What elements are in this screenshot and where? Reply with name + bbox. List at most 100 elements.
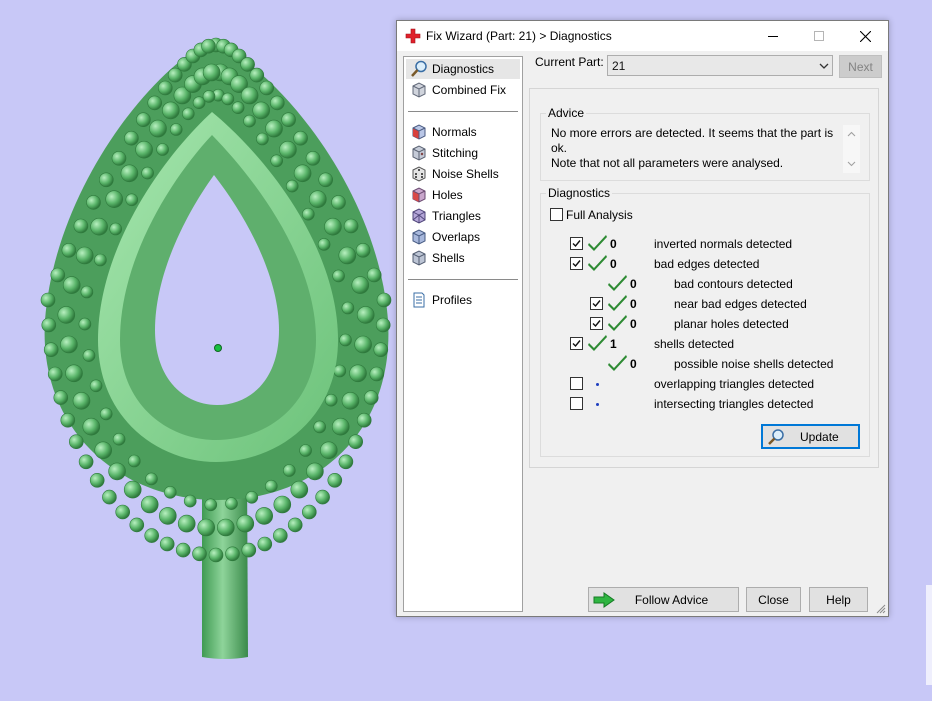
nav-item-diagnostics[interactable]: Diagnostics bbox=[406, 59, 520, 79]
nav-item-overlaps[interactable]: Overlaps bbox=[406, 227, 520, 247]
pendant-bead bbox=[225, 497, 238, 510]
update-button[interactable]: Update bbox=[761, 424, 860, 449]
follow-advice-label: Follow Advice bbox=[634, 592, 709, 607]
follow-advice-button[interactable]: Follow Advice bbox=[588, 587, 739, 612]
maximize-button[interactable] bbox=[796, 21, 842, 51]
advice-line: No more errors are detected. It seems th… bbox=[551, 126, 834, 155]
next-button[interactable]: Next bbox=[839, 55, 882, 78]
close-button[interactable]: Close bbox=[746, 587, 801, 612]
pendant-bead bbox=[332, 269, 345, 283]
diagnostic-checkbox[interactable] bbox=[570, 377, 583, 390]
pendant-bead bbox=[141, 166, 154, 180]
close-window-button[interactable] bbox=[842, 21, 888, 51]
diagnostic-label: possible noise shells detected bbox=[674, 357, 834, 371]
green-check-icon bbox=[608, 314, 628, 332]
diagnostic-count: 0 bbox=[610, 257, 617, 271]
pendant-bead bbox=[225, 546, 240, 562]
diagnostic-checkbox[interactable] bbox=[590, 297, 603, 310]
resize-grip-icon[interactable] bbox=[876, 604, 886, 614]
pendant-bead bbox=[269, 95, 285, 111]
pendant-bead bbox=[231, 101, 245, 114]
pendant-bead bbox=[255, 507, 274, 525]
pendant-bead bbox=[72, 391, 91, 410]
diagnostic-checkbox[interactable] bbox=[570, 237, 583, 250]
pendant-bead bbox=[305, 151, 321, 166]
pendant-bead bbox=[129, 517, 145, 533]
pendant-bead bbox=[236, 514, 255, 533]
wizard-nav-list: Diagnostics Combined Fix Normals Stitchi… bbox=[403, 56, 523, 612]
nav-item-label: Diagnostics bbox=[432, 62, 495, 76]
pendant-bead bbox=[94, 441, 112, 460]
pendant-bead bbox=[78, 454, 94, 470]
pendant-bead bbox=[343, 218, 359, 234]
pendant-bead bbox=[124, 130, 139, 146]
diagnostic-label: shells detected bbox=[654, 337, 735, 351]
nav-item-normals[interactable]: Normals bbox=[406, 122, 520, 142]
pendant-bead bbox=[354, 335, 372, 354]
pendant-bead bbox=[145, 472, 158, 486]
pendant-bead bbox=[115, 504, 130, 520]
pendant-bead bbox=[315, 489, 330, 505]
pendant-bead bbox=[338, 246, 357, 265]
full-analysis-label: Full Analysis bbox=[566, 208, 633, 222]
green-check-icon bbox=[588, 254, 608, 272]
diagnostic-checkbox[interactable] bbox=[570, 397, 583, 410]
full-analysis-checkbox[interactable] bbox=[550, 208, 563, 221]
pendant-bead bbox=[108, 462, 126, 481]
checkmark-icon bbox=[592, 320, 601, 328]
advice-scrollbar[interactable] bbox=[843, 125, 860, 173]
nav-item-holes[interactable]: Holes bbox=[406, 185, 520, 205]
diagnostic-checkbox[interactable] bbox=[570, 337, 583, 350]
pendant-bead bbox=[80, 285, 94, 299]
diagnostic-checkbox[interactable] bbox=[570, 257, 583, 270]
nav-item-stitching[interactable]: Stitching bbox=[406, 143, 520, 163]
pendant-bead bbox=[363, 390, 379, 405]
title-bar[interactable]: Fix Wizard (Part: 21) > Diagnostics bbox=[397, 21, 888, 51]
nav-divider bbox=[408, 111, 518, 112]
pendant-bead bbox=[256, 132, 269, 146]
nav-item-shells[interactable]: Shells bbox=[406, 248, 520, 268]
nav-item-noise-shells[interactable]: Noise Shells bbox=[406, 164, 520, 184]
diagnostic-label: intersecting triangles detected bbox=[654, 397, 814, 411]
pendant-bead bbox=[69, 434, 84, 450]
pendant-bead bbox=[301, 504, 317, 520]
pendant-bead bbox=[112, 432, 126, 446]
help-button[interactable]: Help bbox=[809, 587, 868, 612]
pendant-bead bbox=[111, 151, 127, 166]
pendant-bead bbox=[376, 292, 392, 308]
pendant-bead bbox=[243, 114, 256, 128]
nav-item-label: Overlaps bbox=[432, 230, 481, 244]
diagnostic-checkbox[interactable] bbox=[590, 317, 603, 330]
pendant-bead bbox=[75, 246, 94, 265]
document-icon bbox=[413, 292, 425, 308]
diagnostic-label: overlapping triangles detected bbox=[654, 377, 815, 391]
pendant-bead bbox=[299, 444, 312, 457]
pendant-bead bbox=[156, 143, 169, 156]
pendant-bead bbox=[99, 172, 114, 188]
pendant-bead bbox=[341, 301, 355, 315]
minimize-button[interactable] bbox=[750, 21, 796, 51]
pendant-bead bbox=[183, 494, 197, 508]
pendant-bead bbox=[272, 528, 288, 543]
pendant-bead bbox=[149, 119, 167, 138]
pendant-bead bbox=[61, 243, 77, 258]
pendant-bead bbox=[281, 112, 296, 127]
pendant-bead bbox=[89, 472, 105, 488]
diagnostic-count: 1 bbox=[610, 337, 617, 351]
pendant-bead bbox=[241, 542, 257, 558]
nav-item-combined-fix[interactable]: Combined Fix bbox=[406, 80, 520, 100]
pendant-bead bbox=[164, 485, 177, 499]
nav-item-triangles[interactable]: Triangles bbox=[406, 206, 520, 226]
nav-item-profiles[interactable]: Profiles bbox=[406, 290, 520, 310]
pendant-bead bbox=[341, 391, 360, 410]
pendant-bead bbox=[279, 140, 297, 159]
current-part-select[interactable]: 21 bbox=[607, 55, 833, 76]
minimize-icon bbox=[768, 36, 778, 37]
status-dot-icon bbox=[596, 383, 599, 386]
nav-divider bbox=[408, 279, 518, 280]
advice-group-title: Advice bbox=[546, 106, 587, 120]
pendant-bead bbox=[136, 112, 151, 127]
diagnostics-group-title: Diagnostics bbox=[546, 186, 613, 200]
overlaps-cube-icon bbox=[412, 229, 426, 245]
nav-item-label: Combined Fix bbox=[432, 83, 507, 97]
